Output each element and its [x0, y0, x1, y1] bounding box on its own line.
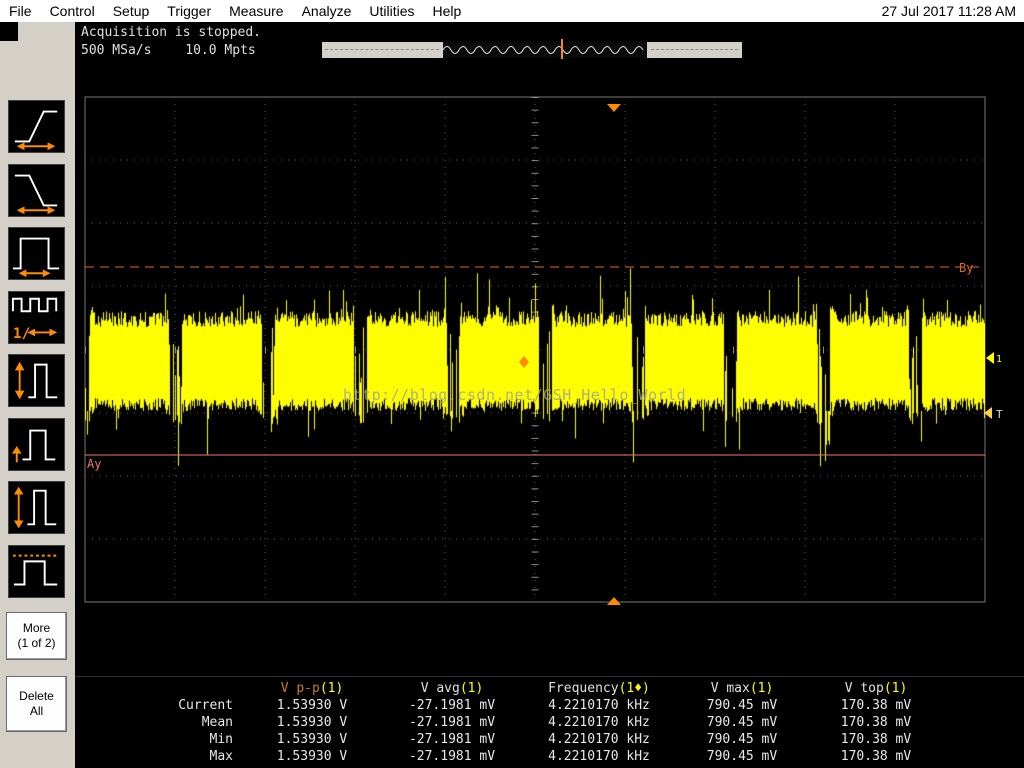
- measurement-value: 4.2210170 kHz: [548, 732, 650, 747]
- column-header-vavg[interactable]: V avg(1): [381, 680, 523, 697]
- rise-time-icon: [14, 110, 58, 151]
- row-label: Max: [209, 749, 233, 764]
- marker-a-label: Ay: [87, 457, 101, 471]
- measurement-value: 170.38 mV: [840, 749, 912, 764]
- menu-bar: File Control Setup Trigger Measure Analy…: [0, 0, 1024, 22]
- delete-label: Delete: [19, 689, 54, 703]
- memory-depth: 10.0 Mpts: [185, 43, 256, 58]
- measure-fall-time-button[interactable]: [8, 164, 65, 217]
- menu-setup[interactable]: Setup: [104, 3, 159, 19]
- measurement-value: 1.53930 V: [276, 732, 348, 747]
- channel1-ground-marker[interactable]: 1: [986, 352, 1002, 365]
- status-bar: Acquisition is stopped. 500 MSa/s 10.0 M…: [75, 22, 1024, 62]
- measure-amplitude-button[interactable]: [8, 354, 65, 407]
- acquisition-status: Acquisition is stopped.: [81, 25, 262, 40]
- waveform-display: By Ay 1 T http://blog.csdn.net/GSH_Hello…: [75, 62, 1024, 676]
- marker-b-label: By: [959, 261, 973, 275]
- measure-rise-time-button[interactable]: [8, 100, 65, 153]
- menu-help[interactable]: Help: [424, 3, 471, 19]
- pulse-width-icon: [12, 237, 60, 278]
- row-label: Min: [209, 732, 233, 747]
- column-header-vmax[interactable]: V max(1): [675, 680, 809, 697]
- menu-measure[interactable]: Measure: [220, 3, 292, 19]
- sample-rate: 500 MSa/s: [81, 43, 152, 58]
- measurement-value: 170.38 mV: [840, 698, 912, 713]
- menu-control[interactable]: Control: [41, 3, 104, 19]
- row-label: Mean: [201, 715, 233, 730]
- timebase-scrollbar[interactable]: [322, 39, 742, 59]
- trigger-level-marker[interactable]: T: [984, 407, 1003, 421]
- measure-pulse-width-button[interactable]: [8, 227, 65, 280]
- measurement-value: 1.53930 V: [276, 749, 348, 764]
- measurement-value: -27.1981 mV: [408, 698, 496, 713]
- trigger-time-marker-top[interactable]: [607, 104, 621, 112]
- measurement-value: -27.1981 mV: [408, 749, 496, 764]
- menu-analyze[interactable]: Analyze: [293, 3, 361, 19]
- row-label: Current: [178, 698, 233, 713]
- measurement-value: 790.45 mV: [706, 749, 778, 764]
- measurement-value: -27.1981 mV: [408, 732, 496, 747]
- trigger-level-label: T: [996, 408, 1003, 421]
- overshoot-icon: [12, 554, 60, 586]
- menu-utilities[interactable]: Utilities: [360, 3, 423, 19]
- menu-file[interactable]: File: [0, 3, 41, 19]
- measure-frequency-button[interactable]: 1/: [8, 291, 65, 344]
- peak-peak-icon: [13, 486, 57, 529]
- measurement-value: 790.45 mV: [706, 715, 778, 730]
- more-measurements-button[interactable]: More (1 of 2): [6, 612, 67, 660]
- trigger-time-marker-bottom[interactable]: [607, 597, 621, 605]
- measurement-row-max: Max 1.53930 V -27.1981 mV 4.2210170 kHz …: [75, 748, 1024, 765]
- measurement-value: 4.2210170 kHz: [548, 715, 650, 730]
- trigger-point-marker: [519, 356, 529, 368]
- acquisition-settings: 500 MSa/s 10.0 Mpts: [81, 43, 282, 58]
- measurement-value: 4.2210170 kHz: [548, 749, 650, 764]
- fall-time-icon: [14, 174, 58, 215]
- marker-overlay: By Ay 1 T: [85, 104, 1003, 605]
- frequency-icon: 1/: [11, 297, 58, 342]
- menu-trigger[interactable]: Trigger: [158, 3, 220, 19]
- measurement-value: 170.38 mV: [840, 715, 912, 730]
- measure-peak-peak-button[interactable]: [8, 481, 65, 534]
- channel1-ground-label: 1: [996, 354, 1002, 365]
- measurement-row-min: Min 1.53930 V -27.1981 mV 4.2210170 kHz …: [75, 731, 1024, 748]
- trigger-position-tick: [561, 39, 563, 59]
- more-page-indicator: (1 of 2): [17, 636, 56, 650]
- measurement-value: 790.45 mV: [706, 732, 778, 747]
- measurement-table: V p-p(1) V avg(1) Frequency(1♦) V max(1)…: [75, 676, 1024, 768]
- measurement-value: 1.53930 V: [276, 698, 348, 713]
- delete-all-button[interactable]: Delete All: [6, 676, 67, 732]
- measure-overshoot-button[interactable]: [8, 545, 65, 598]
- measurement-row-current: Current 1.53930 V -27.1981 mV 4.2210170 …: [75, 697, 1024, 714]
- measurement-value: -27.1981 mV: [408, 715, 496, 730]
- column-header-vpp[interactable]: V p-p(1): [243, 680, 381, 697]
- delete-all-label: All: [29, 704, 44, 718]
- waveform-preview-icon: [442, 46, 644, 54]
- svg-text:1/: 1/: [13, 326, 30, 342]
- measure-vbase-button[interactable]: [8, 418, 65, 471]
- watermark: http://blog.csdn.net/GSH_Hello_World: [343, 386, 687, 404]
- measurement-row-mean: Mean 1.53930 V -27.1981 mV 4.2210170 kHz…: [75, 714, 1024, 731]
- measurement-header-row: V p-p(1) V avg(1) Frequency(1♦) V max(1)…: [75, 680, 1024, 697]
- v-base-icon: [11, 429, 56, 463]
- column-header-vtop[interactable]: V top(1): [809, 680, 943, 697]
- column-header-frequency[interactable]: Frequency(1♦): [523, 680, 675, 697]
- corner-box: [0, 22, 18, 41]
- amplitude-icon: [14, 361, 58, 400]
- measurement-value: 4.2210170 kHz: [548, 698, 650, 713]
- measurement-value: 790.45 mV: [706, 698, 778, 713]
- more-label: More: [22, 621, 51, 635]
- timebase-track-left: [325, 49, 439, 50]
- measurement-value: 170.38 mV: [840, 732, 912, 747]
- timebase-window-handle[interactable]: [442, 42, 647, 58]
- clock: 27 Jul 2017 11:28 AM: [881, 3, 1016, 19]
- measurement-value: 1.53930 V: [276, 715, 348, 730]
- timebase-track-right: [651, 49, 738, 50]
- measure-toolbar: 1/ More (1 of 2) Delete All: [0, 22, 75, 768]
